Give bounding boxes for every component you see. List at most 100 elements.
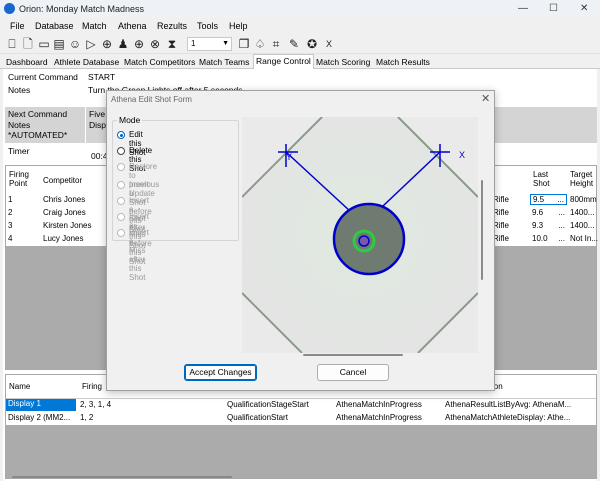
row-3-name[interactable]: Kirsten Jones	[43, 221, 91, 230]
display-row-2-name[interactable]: Display 2 (MM2...	[8, 413, 70, 422]
row-4-last-shot[interactable]: 10.0...	[532, 234, 567, 243]
tab-match-teams[interactable]: Match Teams	[197, 56, 251, 69]
next-notes-label: Notes	[8, 120, 31, 130]
row-1-event: Rifle	[493, 195, 510, 204]
athlete-icon[interactable]: ☺	[68, 37, 82, 51]
display-row-1-fps: 2, 3, 1, 4	[80, 400, 112, 409]
row-2-fp: 2	[8, 208, 13, 217]
shot-marker-center[interactable]	[358, 235, 370, 247]
current-command-label: Current Command	[8, 72, 78, 82]
radio-delete-shot-indicator[interactable]	[117, 147, 125, 155]
toolbar-close-button[interactable]: X	[322, 37, 336, 51]
row-2-name[interactable]: Craig Jones	[43, 208, 86, 217]
menu-match[interactable]: Match	[82, 21, 107, 31]
dialog-title: Athena Edit Shot Form	[111, 95, 192, 104]
target-vertical-scrollbar[interactable]	[481, 180, 483, 280]
wrench-icon[interactable]: ✎	[287, 37, 301, 51]
radio-insert-shot-before-indicator	[117, 181, 125, 189]
open-icon[interactable]: ▭	[37, 37, 51, 51]
add-user-icon[interactable]: ⊕	[100, 37, 114, 51]
display-row-2-state: AthenaMatchInProgress	[336, 413, 422, 422]
minimize-icon[interactable]: —	[518, 3, 528, 14]
menu-help[interactable]: Help	[229, 21, 248, 31]
notes-label: Notes	[8, 85, 31, 95]
row-4-event: Rifle	[493, 234, 510, 243]
window-title: Orion: Monday Match Madness	[19, 4, 145, 14]
menu-athena[interactable]: Athena	[118, 21, 147, 31]
display-header-divider	[6, 398, 596, 399]
row-3-fp: 3	[8, 221, 13, 230]
play-icon[interactable]: ▷	[84, 37, 98, 51]
col-last-shot[interactable]: Last Shot	[533, 170, 557, 188]
app-icon	[4, 3, 15, 14]
radio-insert-miss-after-label: Insert a Miss after this Shot	[129, 228, 150, 282]
dialog-close-icon[interactable]: ✕	[481, 92, 490, 105]
row-1-height: 800mm	[570, 195, 597, 204]
display-row-2-fps: 1, 2	[80, 413, 94, 422]
row-4-name[interactable]: Lucy Jones	[43, 234, 83, 243]
copy-icon[interactable]: ❐	[237, 37, 251, 51]
row-4-fp: 4	[8, 234, 13, 243]
tab-range-control[interactable]: Range Control	[253, 54, 314, 69]
row-3-last-shot[interactable]: 9.3...	[532, 221, 567, 230]
target-icon[interactable]: ⊗	[148, 37, 162, 51]
menu-database[interactable]: Database	[35, 21, 74, 31]
menu-rezults[interactable]: Rezults	[157, 21, 187, 31]
row-4-height: Not In...	[570, 234, 599, 243]
display-row-1-name[interactable]: Display 1	[6, 399, 76, 411]
cancel-button[interactable]: Cancel	[317, 364, 389, 381]
col-firing[interactable]: Firing	[82, 382, 102, 391]
menu-tools[interactable]: Tools	[197, 21, 218, 31]
new-file-icon[interactable]: ⎕	[5, 37, 19, 51]
timer-label: Timer	[8, 146, 30, 156]
scan-icon[interactable]: ⌗	[269, 37, 283, 51]
next-command-value-block-right	[493, 107, 597, 143]
close-icon[interactable]: ✕	[580, 3, 588, 14]
radio-insert-shot-after-indicator	[117, 197, 125, 205]
col-firing-point[interactable]: Firing Point	[9, 170, 39, 188]
target-view[interactable]: Y X	[242, 117, 478, 353]
tab-match-competitors[interactable]: Match Competitors	[122, 56, 197, 69]
cards-icon[interactable]: ♤	[253, 37, 267, 51]
horizontal-scrollbar[interactable]	[6, 476, 596, 479]
col-target-height[interactable]: Target Height	[570, 170, 600, 188]
radio-insert-miss-before-indicator	[117, 213, 125, 221]
next-notes-text: Disp	[89, 120, 107, 130]
display-row-2-view: AthenaMatchAthleteDisplay: Athe...	[445, 413, 571, 422]
row-1-last-shot[interactable]: 9.5...	[530, 194, 567, 205]
row-1-name[interactable]: Chris Jones	[43, 195, 85, 204]
settings-icon[interactable]: ▤	[52, 37, 66, 51]
target-svg[interactable]: Y X	[242, 117, 478, 353]
users-icon[interactable]: ♟	[116, 37, 130, 51]
award-icon[interactable]: ✪	[305, 37, 319, 51]
row-3-event: Rifle	[493, 221, 510, 230]
row-2-height: 1400...	[570, 208, 595, 217]
axis-x-label: X	[459, 150, 465, 160]
next-notes-value: *AUTOMATED*	[8, 130, 68, 140]
next-command-label: Next Command	[8, 109, 68, 119]
tab-match-results[interactable]: Match Results	[374, 56, 432, 69]
title-bar: Orion: Monday Match Madness — ☐ ✕	[0, 0, 600, 18]
display-grid-empty-area	[6, 425, 596, 478]
radio-restore-update-indicator	[117, 163, 125, 171]
display-row-2-stage: QualificationStart	[227, 413, 288, 422]
accept-changes-button[interactable]: Accept Changes	[184, 364, 257, 381]
tab-match-scoring[interactable]: Match Scoring	[314, 56, 372, 69]
new-match-icon[interactable]: 🗋	[21, 37, 35, 51]
col-name[interactable]: Name	[9, 382, 30, 391]
menu-file[interactable]: File	[10, 21, 25, 31]
radio-edit-shot-indicator[interactable]	[117, 131, 125, 139]
hourglass-icon[interactable]: ⧗	[165, 37, 179, 51]
tab-dashboard[interactable]: Dashboard	[4, 56, 50, 69]
col-competitor[interactable]: Competitor	[43, 176, 82, 185]
display-combo[interactable]: 1 ▼	[187, 37, 232, 51]
display-row-1-state: AthenaMatchInProgress	[336, 400, 422, 409]
target-horizontal-scrollbar[interactable]	[303, 354, 403, 356]
tab-athlete-database[interactable]: Athlete Database	[52, 56, 121, 69]
globe-icon[interactable]: ⊕	[132, 37, 146, 51]
row-2-last-shot[interactable]: 9.6...	[532, 208, 567, 217]
radio-insert-miss-after-indicator	[117, 229, 125, 237]
mode-label: Mode	[117, 115, 143, 125]
axis-y-label: Y	[286, 152, 292, 162]
maximize-icon[interactable]: ☐	[549, 3, 558, 14]
